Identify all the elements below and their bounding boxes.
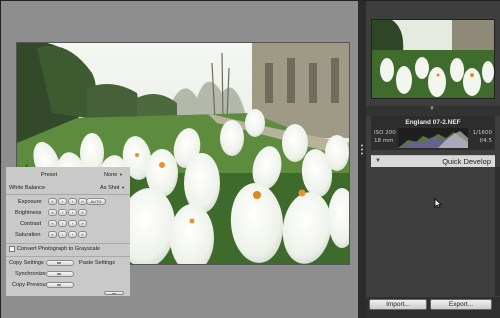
white-balance-value: As Shot xyxy=(100,185,120,191)
quick-develop-title: Quick Develop xyxy=(442,157,491,166)
panel-scrollbar[interactable] xyxy=(495,167,500,296)
reset-button[interactable] xyxy=(104,291,124,295)
brightness-big-down-button[interactable]: « xyxy=(48,209,57,216)
mouse-pointer-icon xyxy=(434,198,443,208)
saturation-down-button[interactable]: ‹ xyxy=(58,231,67,238)
disclosure-triangle-icon[interactable]: ▼ xyxy=(375,158,381,164)
grayscale-checkbox[interactable] xyxy=(9,246,15,252)
contrast-big-down-button[interactable]: « xyxy=(48,220,57,227)
white-balance-select[interactable]: As Shot ▼ xyxy=(100,185,125,191)
contrast-stepper[interactable]: « ‹ › » xyxy=(48,220,87,227)
navigator-preview[interactable] xyxy=(371,19,495,99)
exif-focal-length: 18 mm xyxy=(374,138,394,144)
saturation-stepper[interactable]: « ‹ › » xyxy=(48,231,87,238)
panel-section-divider: ▼ xyxy=(366,106,500,116)
contrast-big-up-button[interactable]: » xyxy=(78,220,87,227)
contrast-down-button[interactable]: ‹ xyxy=(58,220,67,227)
white-balance-label: White Balance xyxy=(9,185,46,191)
panel-divider-strip[interactable] xyxy=(358,1,366,318)
navigator-thumbnail xyxy=(372,20,494,98)
preset-value: None xyxy=(104,172,118,178)
preset-label: Preset xyxy=(41,172,58,178)
saturation-big-down-button[interactable]: « xyxy=(48,231,57,238)
exif-shutter: 1/1600 xyxy=(472,130,492,136)
separator xyxy=(6,243,130,244)
exposure-up-button[interactable]: › xyxy=(68,198,77,205)
brightness-stepper[interactable]: « ‹ › » xyxy=(48,209,87,216)
panel-collapse-icon[interactable]: • • • xyxy=(360,143,364,159)
copy-settings-label: Copy Settings xyxy=(9,260,44,266)
brightness-up-button[interactable]: › xyxy=(68,209,77,216)
quick-develop-header[interactable]: ▼ Quick Develop xyxy=(371,155,495,167)
bottom-button-bar: Import... Export... xyxy=(366,297,500,318)
exposure-big-down-button[interactable]: « xyxy=(48,198,57,205)
paste-settings-label: Paste Settings xyxy=(79,260,116,266)
separator xyxy=(6,194,130,195)
exposure-down-button[interactable]: ‹ xyxy=(58,198,67,205)
brightness-big-up-button[interactable]: » xyxy=(78,209,87,216)
exif-iso: ISO 200 xyxy=(374,130,396,136)
quick-develop-body: Preset None ▼ White Balance As Shot ▼ Ex… xyxy=(6,167,130,296)
histogram-info: England 07-2.NEF ISO 200 18 mm 1/1600 f/… xyxy=(371,116,495,150)
file-name: England 07-2.NEF xyxy=(405,119,461,126)
contrast-label: Contrast xyxy=(20,221,42,227)
saturation-up-button[interactable]: › xyxy=(68,231,77,238)
preset-select[interactable]: None ▼ xyxy=(104,172,123,178)
right-panel: ▼ England 07-2.NEF ISO 200 18 mm 1/1600 … xyxy=(366,1,500,318)
brightness-down-button[interactable]: ‹ xyxy=(58,209,67,216)
chevron-down-icon: ▼ xyxy=(118,172,123,177)
saturation-big-up-button[interactable]: » xyxy=(78,231,87,238)
synchronize-button[interactable] xyxy=(46,271,74,277)
chevron-down-icon: ▼ xyxy=(121,185,126,190)
copy-previous-label: Copy Previous xyxy=(12,282,49,288)
auto-tone-button[interactable]: AUTO xyxy=(86,198,106,205)
exif-aperture: f/4.5 xyxy=(479,138,492,144)
exposure-stepper[interactable]: « ‹ › » xyxy=(48,198,87,205)
separator xyxy=(6,256,130,257)
grayscale-label: Convert Photograph to Grayscale xyxy=(17,246,101,252)
contrast-up-button[interactable]: › xyxy=(68,220,77,227)
app-window: • • • ▼ England 07-2.NEF ISO 200 18 mm 1… xyxy=(0,0,500,318)
exposure-label: Exposure xyxy=(18,199,42,205)
saturation-label: Saturation xyxy=(15,232,41,238)
copy-previous-button[interactable] xyxy=(46,282,74,288)
histogram xyxy=(398,128,468,148)
export-button[interactable]: Export... xyxy=(430,299,492,310)
brightness-label: Brightness xyxy=(15,210,42,216)
synchronize-label: Synchronize xyxy=(15,271,46,277)
copy-settings-button[interactable] xyxy=(46,260,74,266)
import-button[interactable]: Import... xyxy=(369,299,427,310)
